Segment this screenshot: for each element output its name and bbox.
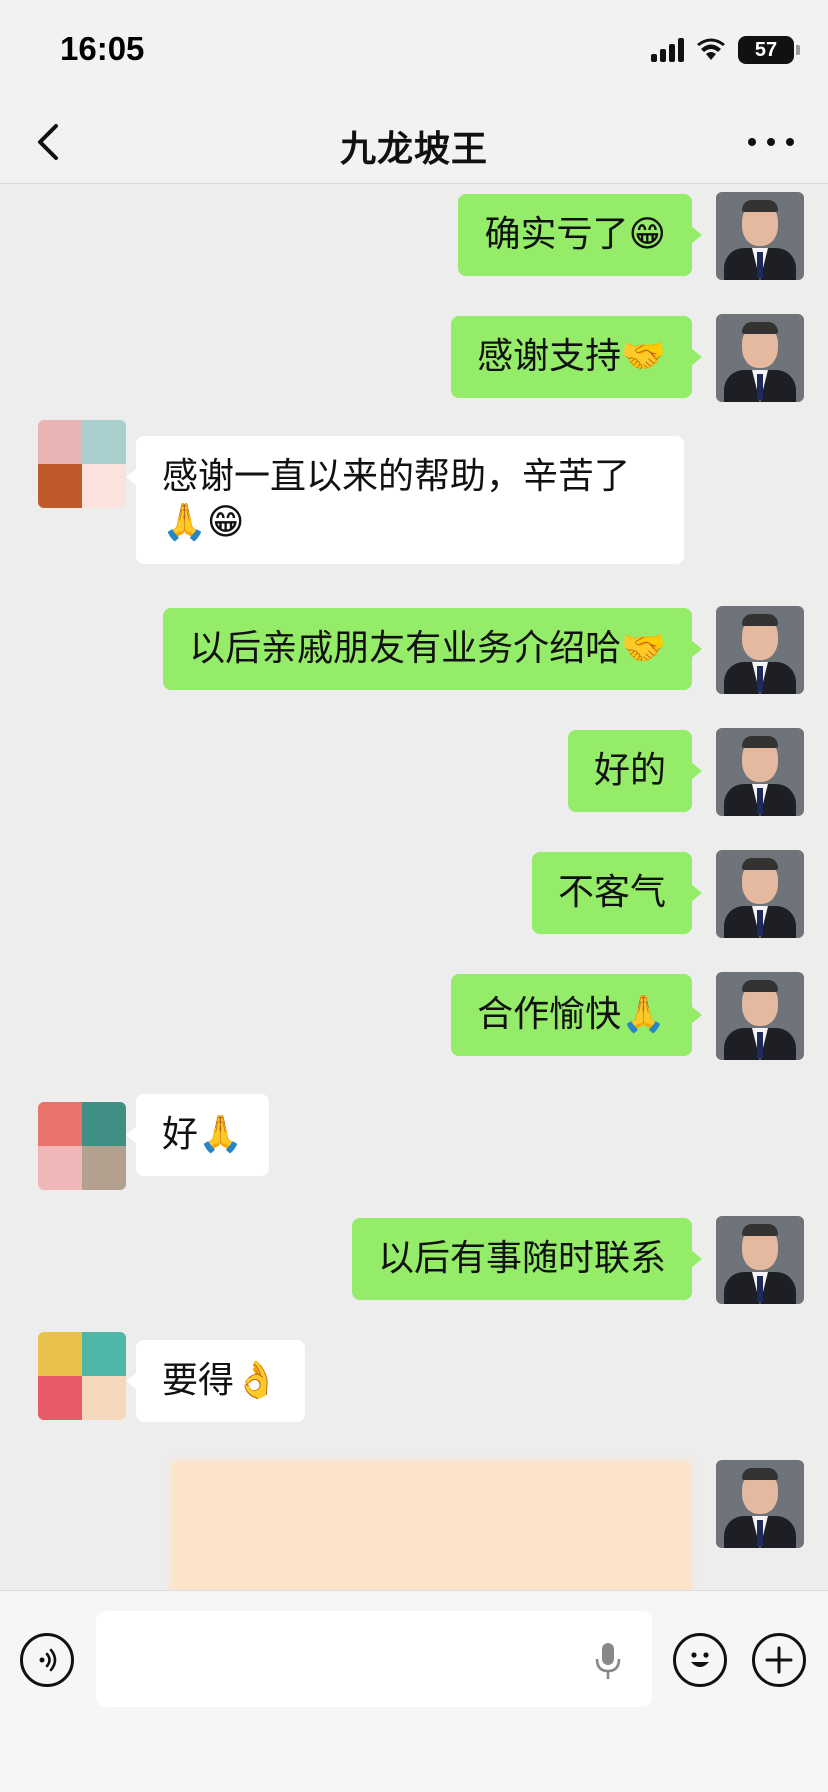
message-bubble-sent[interactable]: 以后有事随时联系 <box>351 1218 703 1300</box>
voice-icon <box>39 1648 57 1672</box>
wifi-icon <box>697 38 725 60</box>
more-options-button[interactable] <box>748 130 794 154</box>
message-bubble-sent[interactable]: 确实亏了😁 <box>458 194 702 276</box>
my-avatar[interactable] <box>716 314 804 402</box>
status-icons: 57 <box>651 36 800 64</box>
message-bubble-received[interactable]: 感谢一直以来的帮助，辛苦了🙏😁 <box>126 436 684 564</box>
message-bubble-received[interactable]: 好🙏 <box>126 1094 269 1176</box>
contact-avatar[interactable] <box>38 420 126 508</box>
my-avatar[interactable] <box>716 1216 804 1304</box>
cellular-signal-icon <box>651 38 684 62</box>
chat-title: 九龙坡王 <box>339 129 488 170</box>
message-bubble-sent[interactable]: 感谢支持🤝 <box>451 316 702 398</box>
status-time: 16:05 <box>60 30 145 67</box>
my-avatar[interactable] <box>716 728 804 816</box>
my-avatar[interactable] <box>716 1460 804 1548</box>
my-avatar[interactable] <box>716 606 804 694</box>
message-bubble-sent[interactable]: 以后亲戚朋友有业务介绍哈🤝 <box>163 608 702 690</box>
message-bubble-sent[interactable]: 好的 <box>567 730 703 812</box>
chat-header: 九龙坡王 <box>0 100 828 184</box>
status-bar: 16:05 57 <box>0 0 828 100</box>
contact-avatar[interactable] <box>38 1102 126 1190</box>
more-functions-button[interactable] <box>752 1633 806 1687</box>
contact-avatar[interactable] <box>38 1332 126 1420</box>
message-list[interactable]: 确实亏了😁 感谢支持🤝 感谢一直以来的帮助，辛苦了🙏😁 以后亲戚朋友有业务介绍哈… <box>0 184 828 1590</box>
my-avatar[interactable] <box>716 972 804 1060</box>
message-bubble-received[interactable]: 要得👌 <box>126 1340 305 1422</box>
dot <box>767 138 775 146</box>
dot <box>748 138 756 146</box>
message-bubble-sent[interactable]: 合作愉快🙏 <box>451 974 702 1056</box>
emoji-button[interactable] <box>673 1633 727 1687</box>
input-bar <box>0 1590 828 1792</box>
my-avatar[interactable] <box>716 850 804 938</box>
dot <box>786 138 794 146</box>
voice-input-button[interactable] <box>20 1633 74 1687</box>
battery-indicator: 57 <box>738 36 800 64</box>
microphone-icon[interactable] <box>592 1641 624 1681</box>
smiley-icon <box>691 1652 709 1667</box>
message-bubble-sent[interactable]: 不客气 <box>531 852 703 934</box>
plus-icon <box>765 1646 793 1674</box>
my-avatar[interactable] <box>716 192 804 280</box>
message-input[interactable] <box>96 1611 652 1707</box>
message-bubble-redacted[interactable] <box>170 1460 692 1590</box>
